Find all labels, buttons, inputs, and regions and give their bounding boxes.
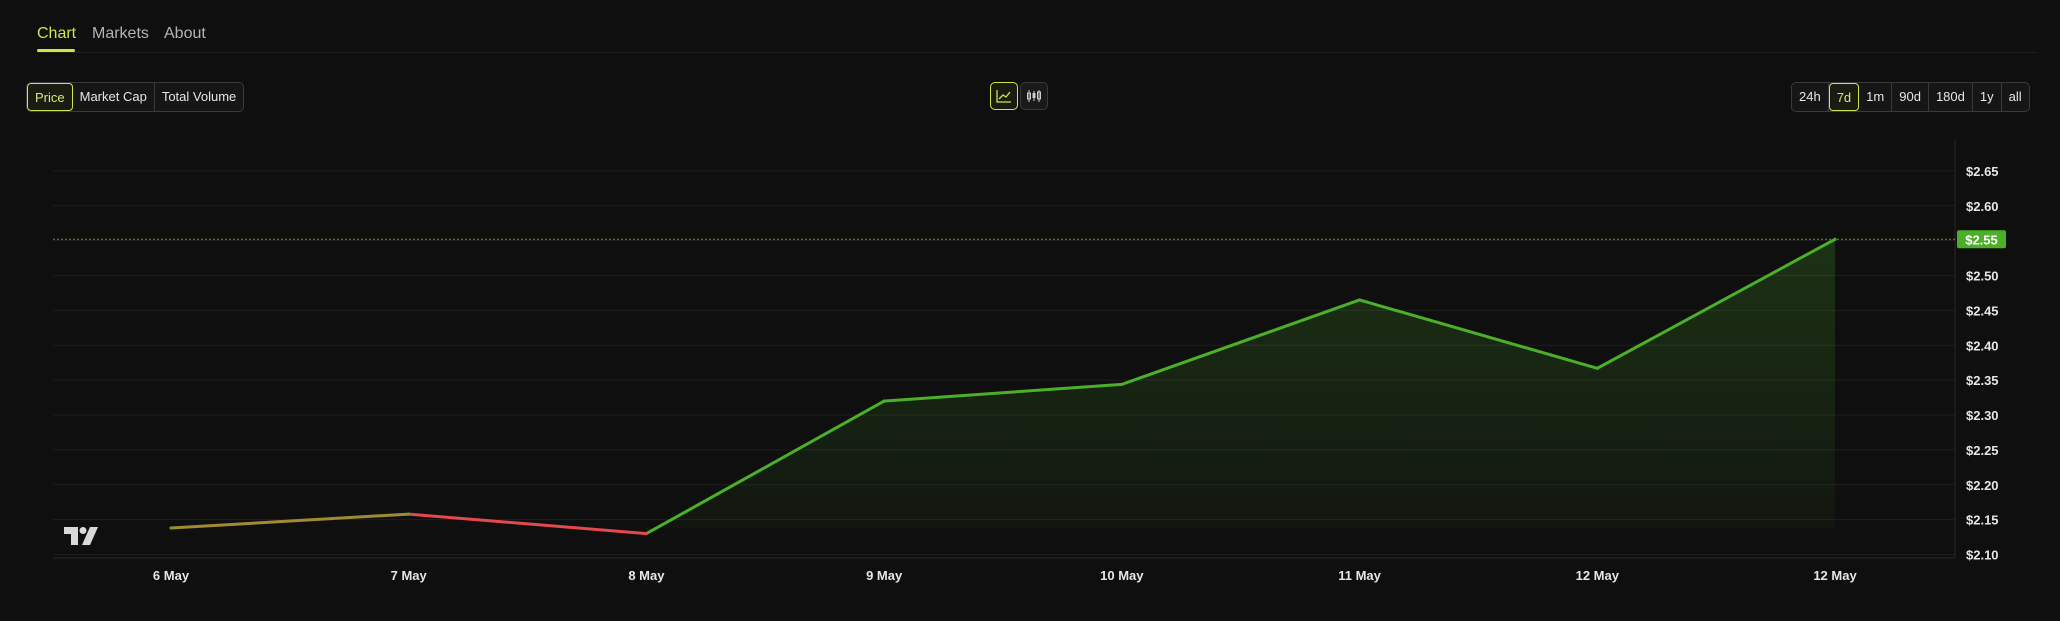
x-tick-label: 6 May xyxy=(153,568,190,583)
price-chart[interactable]: $2.10 $2.15 $2.20 $2.25 $2.30 $2.35 $2.40 $2.45… xyxy=(0,140,2060,600)
price-point xyxy=(407,512,411,516)
line-chart-button[interactable] xyxy=(990,82,1018,110)
y-tick-label: $2.25 xyxy=(1966,443,1999,458)
y-tick-label: $2.30 xyxy=(1966,408,1999,423)
y-tick-label: $2.15 xyxy=(1966,513,1999,528)
x-tick-label: 12 May xyxy=(1813,568,1857,583)
time-range-selector: 24h 7d 1m 90d 180d 1y all xyxy=(1791,82,2030,112)
y-tick-label: $2.45 xyxy=(1966,303,1999,318)
y-tick-label: $2.40 xyxy=(1966,338,1999,353)
range-90d-button[interactable]: 90d xyxy=(1892,83,1929,111)
candlestick-icon xyxy=(1027,90,1041,102)
x-tick-label: 11 May xyxy=(1338,568,1381,583)
tab-markets[interactable]: Markets xyxy=(92,25,149,43)
y-tick-label: $2.65 xyxy=(1966,164,1999,179)
price-point xyxy=(1120,382,1124,386)
tab-bar: Chart Markets About xyxy=(37,0,2037,53)
x-tick-label: 12 May xyxy=(1576,568,1620,583)
range-180d-button[interactable]: 180d xyxy=(1929,83,1973,111)
price-line-segment xyxy=(169,512,411,530)
market-cap-button[interactable]: Market Cap xyxy=(73,83,155,111)
candlestick-button[interactable] xyxy=(1020,82,1048,110)
range-24h-button[interactable]: 24h xyxy=(1792,83,1829,111)
price-point xyxy=(1358,298,1362,302)
chart-type-selector xyxy=(990,82,1048,110)
price-point xyxy=(882,399,886,403)
range-1m-button[interactable]: 1m xyxy=(1859,83,1893,111)
x-tick-label: 9 May xyxy=(866,568,903,583)
range-all-button[interactable]: all xyxy=(2002,83,2029,111)
line-chart-icon xyxy=(996,90,1011,103)
price-point xyxy=(1595,366,1599,370)
tab-chart[interactable]: Chart xyxy=(37,25,76,43)
current-price-label: $2.55 xyxy=(1965,232,1998,247)
y-tick-label: $2.10 xyxy=(1966,548,1999,563)
price-area-fill xyxy=(646,239,1835,534)
price-point xyxy=(169,526,173,530)
y-tick-label: $2.50 xyxy=(1966,269,1999,284)
total-volume-button[interactable]: Total Volume xyxy=(155,83,243,111)
range-1y-button[interactable]: 1y xyxy=(1973,83,2002,111)
x-tick-label: 8 May xyxy=(628,568,665,583)
y-tick-label: $2.60 xyxy=(1966,199,1999,214)
metric-selector: Price Market Cap Total Volume xyxy=(26,82,245,112)
y-tick-label: $2.20 xyxy=(1966,478,1999,493)
tradingview-logo-icon xyxy=(64,527,98,545)
y-tick-label: $2.35 xyxy=(1966,373,1999,388)
tab-about[interactable]: About xyxy=(164,25,206,43)
x-tick-label: 10 May xyxy=(1100,568,1144,583)
range-7d-button[interactable]: 7d xyxy=(1828,83,1860,111)
price-point xyxy=(1833,237,1837,241)
active-tab-underline xyxy=(37,49,75,52)
price-line-segment xyxy=(407,512,648,536)
price-button[interactable]: Price xyxy=(27,83,73,111)
price-point xyxy=(644,532,648,536)
x-tick-label: 7 May xyxy=(391,568,428,583)
